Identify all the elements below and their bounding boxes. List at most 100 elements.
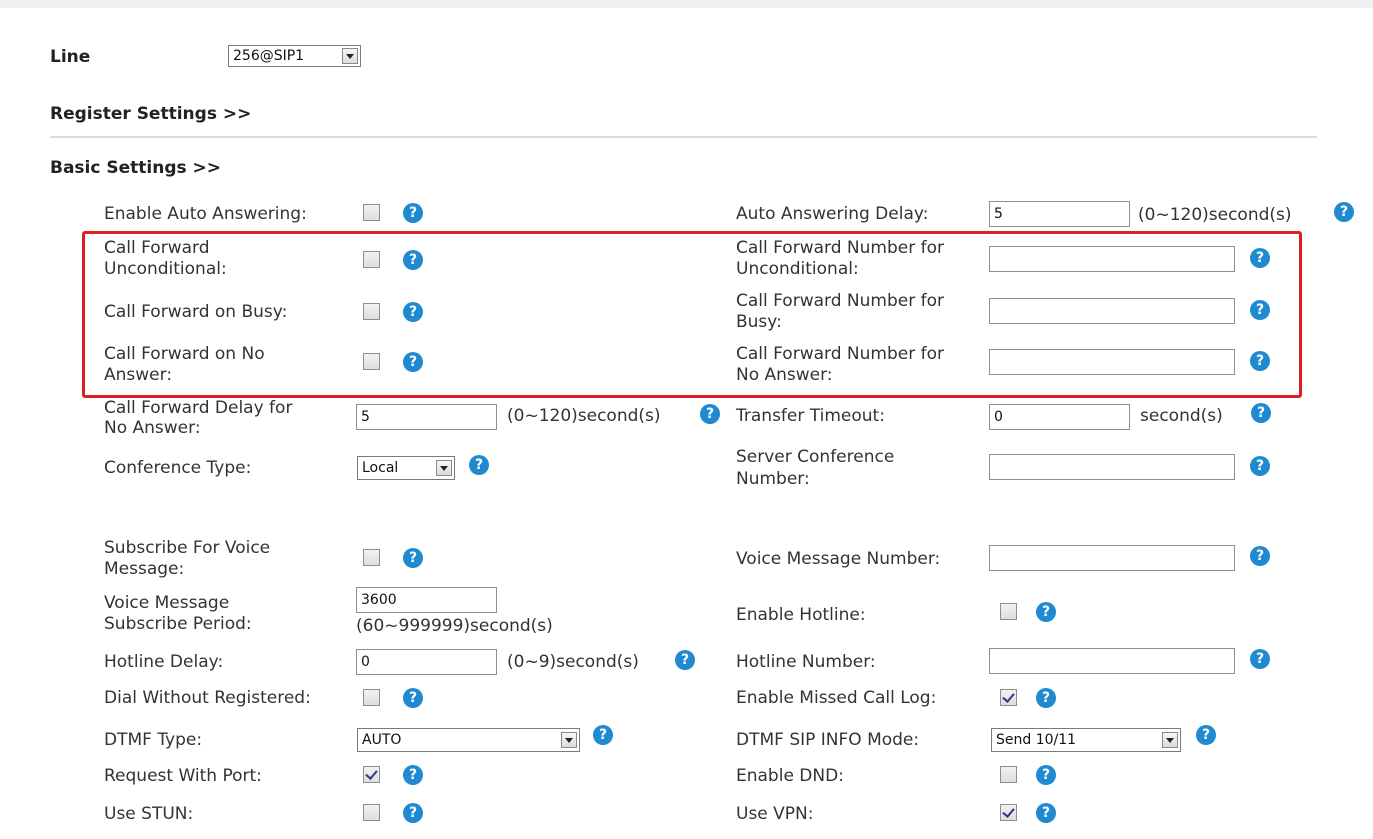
dtmf-type-value: AUTO [362, 732, 402, 748]
enable-dnd-checkbox[interactable] [1000, 766, 1017, 783]
help-icon[interactable]: ? [403, 352, 423, 372]
register-settings-link[interactable]: Register Settings >> [50, 104, 251, 124]
dtmf-type-label: DTMF Type: [104, 730, 203, 750]
line-select-value: 256@SIP1 [233, 48, 305, 64]
chevron-down-icon [342, 48, 358, 64]
help-icon[interactable]: ? [593, 725, 613, 745]
cf-no-answer-checkbox[interactable] [363, 353, 380, 370]
auto-answering-delay-input[interactable]: 5 [989, 201, 1130, 227]
help-icon[interactable]: ? [469, 455, 489, 475]
subscribe-voice-message-label-2: Message: [104, 559, 185, 579]
help-icon[interactable]: ? [1250, 649, 1270, 669]
help-icon[interactable]: ? [1036, 765, 1056, 785]
chevron-down-icon [436, 460, 452, 476]
chevron-down-icon [1162, 732, 1178, 748]
line-select[interactable]: 256@SIP1 [228, 45, 361, 67]
cf-unconditional-checkbox[interactable] [363, 251, 380, 268]
hotline-delay-input[interactable]: 0 [356, 649, 497, 675]
help-icon[interactable]: ? [1250, 300, 1270, 320]
cf-no-answer-label-1: Call Forward on No [104, 344, 265, 364]
cf-number-busy-label-2: Busy: [736, 312, 782, 332]
help-icon[interactable]: ? [1334, 202, 1354, 222]
help-icon[interactable]: ? [1250, 456, 1270, 476]
help-icon[interactable]: ? [403, 548, 423, 568]
cf-delay-no-answer-label-2: No Answer: [104, 418, 201, 438]
dtmf-sip-info-mode-select[interactable]: Send 10/11 [991, 728, 1181, 752]
voice-message-subscribe-period-input[interactable]: 3600 [356, 587, 497, 613]
help-icon[interactable]: ? [403, 250, 423, 270]
use-stun-checkbox[interactable] [363, 804, 380, 821]
cf-number-busy-input[interactable] [989, 298, 1235, 324]
dtmf-sip-info-mode-value: Send 10/11 [996, 732, 1077, 748]
request-with-port-checkbox[interactable] [363, 766, 380, 783]
help-icon[interactable]: ? [1250, 248, 1270, 268]
server-conference-number-label-1: Server Conference [736, 447, 895, 467]
conference-type-select[interactable]: Local [357, 456, 455, 480]
auto-answering-delay-label: Auto Answering Delay: [736, 204, 929, 224]
hotline-number-label: Hotline Number: [736, 652, 876, 672]
use-stun-label: Use STUN: [104, 804, 194, 824]
help-icon[interactable]: ? [675, 650, 695, 670]
help-icon[interactable]: ? [403, 803, 423, 823]
hotline-number-input[interactable] [989, 648, 1235, 674]
help-icon[interactable]: ? [403, 302, 423, 322]
cf-delay-no-answer-label-1: Call Forward Delay for [104, 398, 293, 418]
enable-dnd-label: Enable DND: [736, 766, 844, 786]
cf-number-no-answer-label-1: Call Forward Number for [736, 344, 944, 364]
dtmf-type-select[interactable]: AUTO [357, 728, 580, 752]
voice-message-subscribe-period-unit: (60~999999)second(s) [356, 616, 553, 636]
dial-without-registered-checkbox[interactable] [363, 689, 380, 706]
voice-message-number-input[interactable] [989, 545, 1235, 571]
help-icon[interactable]: ? [1036, 688, 1056, 708]
enable-missed-call-log-checkbox[interactable] [1000, 689, 1017, 706]
conference-type-label: Conference Type: [104, 458, 252, 478]
server-conference-number-input[interactable] [989, 454, 1235, 480]
help-icon[interactable]: ? [403, 203, 423, 223]
use-vpn-label: Use VPN: [736, 804, 814, 824]
help-icon[interactable]: ? [1036, 803, 1056, 823]
hotline-delay-label: Hotline Delay: [104, 652, 224, 672]
top-band [0, 0, 1373, 8]
cf-number-busy-label-1: Call Forward Number for [736, 291, 944, 311]
voice-message-subscribe-period-label-2: Subscribe Period: [104, 614, 252, 634]
dtmf-sip-info-mode-label: DTMF SIP INFO Mode: [736, 730, 920, 750]
cf-busy-label: Call Forward on Busy: [104, 302, 288, 322]
cf-number-unconditional-label-2: Unconditional: [736, 259, 859, 279]
enable-auto-answering-label: Enable Auto Answering: [104, 204, 307, 224]
enable-hotline-label: Enable Hotline: [736, 605, 866, 625]
enable-auto-answering-checkbox[interactable] [363, 204, 380, 221]
cf-number-unconditional-input[interactable] [989, 246, 1235, 272]
cf-number-no-answer-input[interactable] [989, 349, 1235, 375]
subscribe-voice-message-checkbox[interactable] [363, 549, 380, 566]
cf-busy-checkbox[interactable] [363, 303, 380, 320]
help-icon[interactable]: ? [1250, 546, 1270, 566]
section-divider [50, 136, 1317, 138]
server-conference-number-label-2: Number: [736, 469, 810, 489]
hotline-delay-unit: (0~9)second(s) [507, 652, 639, 672]
help-icon[interactable]: ? [1250, 351, 1270, 371]
help-icon[interactable]: ? [700, 404, 720, 424]
dial-without-registered-label: Dial Without Registered: [104, 688, 311, 708]
help-icon[interactable]: ? [1036, 602, 1056, 622]
enable-hotline-checkbox[interactable] [1000, 603, 1017, 620]
voice-message-subscribe-period-label-1: Voice Message [104, 593, 230, 613]
checkmark-icon [365, 767, 378, 780]
use-vpn-checkbox[interactable] [1000, 804, 1017, 821]
basic-settings-link[interactable]: Basic Settings >> [50, 158, 221, 178]
transfer-timeout-input[interactable]: 0 [989, 404, 1130, 430]
cf-unconditional-label-2: Unconditional: [104, 259, 227, 279]
conference-type-value: Local [362, 460, 399, 476]
cf-number-unconditional-label-1: Call Forward Number for [736, 238, 944, 258]
voice-message-number-label: Voice Message Number: [736, 549, 941, 569]
cf-delay-no-answer-input[interactable]: 5 [356, 404, 497, 430]
help-icon[interactable]: ? [1251, 403, 1271, 423]
help-icon[interactable]: ? [1196, 725, 1216, 745]
cf-number-no-answer-label-2: No Answer: [736, 365, 833, 385]
transfer-timeout-label: Transfer Timeout: [736, 406, 885, 426]
checkmark-icon [1002, 690, 1015, 703]
help-icon[interactable]: ? [403, 765, 423, 785]
cf-no-answer-label-2: Answer: [104, 365, 173, 385]
help-icon[interactable]: ? [403, 688, 423, 708]
checkmark-icon [1002, 805, 1015, 818]
line-label: Line [50, 47, 91, 67]
